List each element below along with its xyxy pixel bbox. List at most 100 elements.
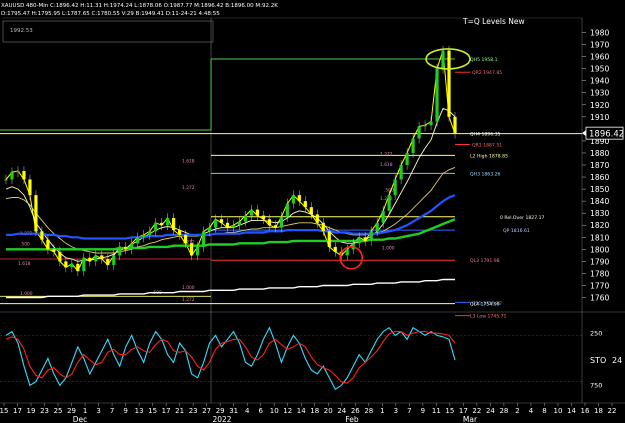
price-tick-label: 1790: [590, 257, 609, 266]
price-tick-label: 1810: [590, 233, 609, 242]
price-bar-body: [160, 222, 164, 226]
sto-tick-label: 750: [590, 382, 602, 390]
price-bar-body: [112, 255, 116, 266]
price-bar-body: [40, 231, 44, 240]
date-tick-label: 23: [189, 407, 198, 415]
level-label: QL4 1754.99: [470, 302, 500, 308]
price-bar-body: [136, 237, 140, 244]
price-bar-body: [34, 195, 38, 232]
price-bar-body: [52, 249, 56, 252]
month-label: 2022: [212, 415, 231, 423]
fib-label: 1.272: [182, 185, 195, 191]
price-bar-body: [201, 231, 206, 247]
date-tick-label: 24: [486, 407, 495, 415]
fib-label: 1.272: [380, 151, 393, 157]
price-tick-label: 1800: [590, 245, 609, 254]
sto-value: 24: [612, 356, 622, 365]
header-info-line1: XAUUSD 480-Min C:1896.42 H:11.31 H:1974.…: [1, 3, 278, 9]
date-tick-label: 4: [245, 407, 250, 415]
date-tick-label: 28: [364, 407, 373, 415]
sto-label: STO: [590, 356, 606, 365]
price-bar-body: [213, 219, 218, 228]
price-bar-body: [100, 255, 104, 259]
price-bar-body: [429, 121, 433, 126]
price-bar-body: [106, 258, 110, 266]
price-bar-body: [297, 195, 301, 202]
price-bar-body: [178, 230, 182, 235]
price-bar-body: [255, 209, 260, 216]
price-bar-body: [70, 263, 74, 268]
price-bar-body: [184, 234, 188, 244]
header-corner-value: 1992.53: [10, 28, 33, 34]
price-tick-label: 1920: [590, 101, 609, 110]
price-bar-body: [375, 222, 379, 232]
price-bar-body: [10, 172, 14, 180]
price-bar-body: [130, 243, 134, 250]
price-bar-body: [285, 203, 289, 217]
date-tick-label: 21: [175, 407, 184, 415]
level-label: QP 1816.61: [503, 228, 530, 234]
price-bar-body: [387, 195, 391, 211]
fib-label: 1.272: [182, 297, 195, 303]
date-tick-label: 22: [608, 407, 617, 415]
date-tick-label: 14: [297, 407, 306, 415]
price-bar-body: [279, 216, 283, 228]
price-bar-body: [327, 231, 331, 247]
price-bar-body: [76, 263, 80, 272]
price-bar-body: [4, 179, 8, 181]
price-bar-body: [399, 165, 403, 180]
price-bar-body: [333, 246, 337, 252]
price-bar-body: [148, 231, 152, 235]
price-tick-label: 1930: [590, 89, 609, 98]
price-bar-body: [124, 246, 128, 250]
level-label: L2 High 1878.85: [470, 153, 508, 159]
date-tick-label: 11: [432, 407, 441, 415]
price-bar-body: [321, 222, 325, 232]
date-tick-label: 26: [351, 407, 360, 415]
price-tick-label: 1860: [590, 173, 609, 182]
fib-label: 1.000: [20, 291, 33, 297]
price-bar-body: [303, 201, 307, 208]
date-tick-label: 10: [553, 407, 562, 415]
price-bar-body: [142, 234, 146, 238]
price-bar-body: [16, 171, 20, 173]
date-tick-label: 18: [594, 407, 603, 415]
price-tick-label: 1910: [590, 113, 609, 122]
price-bar-body: [447, 50, 451, 117]
price-bar-body: [189, 243, 194, 256]
price-bar-body: [64, 261, 68, 268]
price-tick-label: 1760: [590, 294, 609, 303]
price-bar-body: [231, 225, 236, 228]
price-bar-body: [261, 215, 266, 220]
date-tick-label: 2: [515, 407, 519, 415]
date-tick-label: 15: [0, 407, 8, 415]
date-tick-label: 28: [499, 407, 508, 415]
price-bar-body: [219, 219, 224, 223]
fib-label: 1.618: [380, 162, 393, 168]
date-tick-label: 17: [459, 407, 468, 415]
date-tick-label: 17: [162, 407, 171, 415]
price-bar-body: [381, 210, 385, 223]
price-bar-body: [82, 257, 86, 272]
date-tick-label: 15: [148, 407, 157, 415]
date-tick-label: 15: [445, 407, 454, 415]
header-info-line2: D:1795.47 H:1795.95 L:1787.65 C:1780.55 …: [1, 11, 220, 17]
current-price-label: 1896.42: [589, 130, 624, 140]
price-tick-label: 1830: [590, 209, 609, 218]
price-bar-body: [94, 255, 98, 262]
level-label: L3 Low 1745.71: [470, 314, 507, 320]
price-tick-label: 1970: [590, 41, 609, 50]
date-tick-label: 6: [258, 407, 263, 415]
month-label: Mar: [463, 415, 478, 423]
price-bar-body: [357, 237, 361, 244]
date-tick-label: 1: [83, 407, 87, 415]
price-tick-label: 1780: [590, 269, 609, 278]
price-bar-body: [369, 231, 373, 241]
price-bar-body: [345, 249, 349, 256]
fib-label: 1.000: [382, 245, 395, 251]
price-bar-body: [315, 214, 319, 223]
price-bar-body: [393, 179, 397, 196]
price-tick-label: 1840: [590, 197, 609, 206]
date-tick-label: 16: [581, 407, 590, 415]
fib-label: 1.618: [182, 159, 195, 165]
